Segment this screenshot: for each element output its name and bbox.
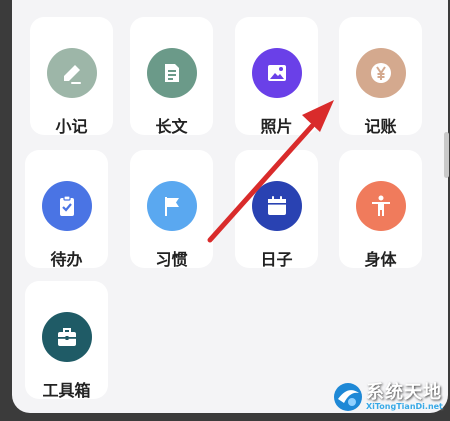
day-icon-circle (251, 181, 302, 231)
scrollbar-thumb[interactable] (444, 132, 449, 178)
long-text-icon-circle (146, 48, 197, 98)
toolbox-icon-circle (41, 312, 92, 362)
image-icon (267, 65, 286, 81)
habit-icon-circle (146, 181, 197, 231)
tile-toolbox[interactable]: 工具箱 (25, 281, 108, 400)
tile-label: 待办 (50, 250, 83, 269)
tile-label: 照片 (260, 117, 293, 136)
tile-day[interactable]: 日子 (235, 150, 318, 269)
document-icon (164, 64, 179, 82)
watermark: 系统天地 XiTongTianDi.net (332, 378, 448, 418)
tile-long-text[interactable]: 长文 (130, 17, 213, 136)
flag-icon (164, 197, 179, 216)
tile-todo[interactable]: 待办 (25, 150, 108, 269)
toolbox-icon (57, 328, 76, 346)
yen-coin-icon (370, 63, 391, 83)
tile-quick-note[interactable]: 小记 (30, 17, 113, 136)
bookkeeping-icon-circle (355, 48, 406, 98)
watermark-url: XiTongTianDi.net (366, 402, 443, 411)
body-icon-circle (355, 181, 406, 231)
tile-body[interactable]: 身体 (339, 150, 422, 269)
tile-bookkeeping[interactable]: 记账 (339, 17, 422, 136)
todo-icon-circle (41, 181, 92, 231)
calendar-icon (267, 196, 286, 215)
person-icon (371, 195, 390, 216)
tile-label: 身体 (364, 250, 397, 269)
tile-label: 习惯 (155, 250, 188, 269)
photo-icon-circle (251, 48, 302, 98)
tile-photo[interactable]: 照片 (235, 17, 318, 136)
tile-label: 日子 (260, 250, 293, 269)
tile-habit[interactable]: 习惯 (130, 150, 213, 269)
tile-label: 工具箱 (42, 381, 91, 400)
pen-icon (63, 65, 81, 84)
tile-label: 小记 (55, 117, 88, 136)
tile-label: 长文 (155, 117, 188, 136)
feature-panel: 小记 长文 照片 记账 待办 习惯 日子 身体 工具箱 (12, 0, 448, 413)
watermark-title: 系统天地 (366, 382, 442, 403)
clipboard-check-icon (59, 195, 74, 216)
quick-note-icon-circle (46, 48, 97, 98)
tile-label: 记账 (364, 117, 397, 136)
watermark-logo-icon (334, 383, 362, 411)
